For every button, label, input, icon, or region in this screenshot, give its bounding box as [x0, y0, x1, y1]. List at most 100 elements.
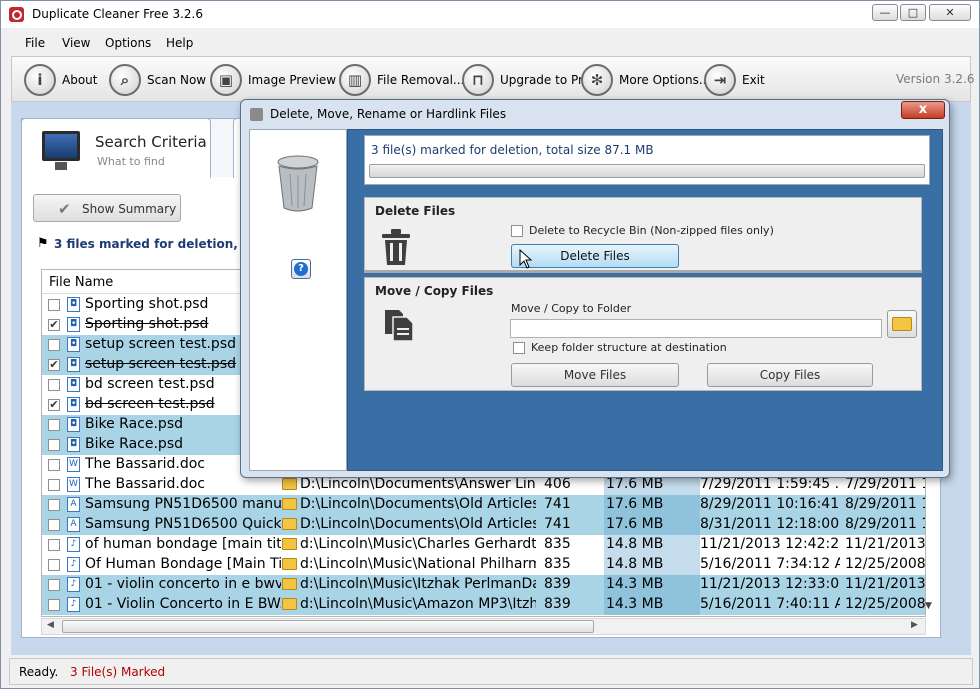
row-checkbox[interactable]: [48, 579, 60, 591]
image-file-icon: ◘: [67, 377, 80, 392]
file-name-cell: The Bassarid.doc: [85, 476, 205, 492]
move-copy-section: Move / Copy Files Move / Copy to Folder …: [364, 277, 922, 391]
created-date-cell: 11/21/2013 12:33:0...: [700, 576, 840, 592]
pdf-file-icon: A: [67, 497, 80, 512]
folder-icon: [892, 317, 912, 331]
row-checkbox[interactable]: ✔: [48, 319, 60, 331]
size-cell: 14.3 MB: [604, 575, 700, 595]
mouse-cursor-icon: [519, 249, 533, 269]
row-checkbox[interactable]: [48, 499, 60, 511]
row-checkbox[interactable]: [48, 559, 60, 571]
menu-view[interactable]: View: [62, 36, 90, 50]
scroll-right-arrow-icon[interactable]: ▶: [911, 620, 918, 630]
row-checkbox[interactable]: [48, 419, 60, 431]
keep-structure-label: Keep folder structure at destination: [531, 341, 727, 354]
window-title: Duplicate Cleaner Free 3.2.6: [32, 7, 203, 21]
image-file-icon: ◘: [67, 357, 80, 372]
close-window-button[interactable]: ✕: [929, 4, 971, 21]
tab-search-criteria[interactable]: Search Criteria What to find: [21, 118, 211, 178]
table-row[interactable]: ♪ Of Human Bondage [Main Tit... d:\Lincoln…: [42, 555, 925, 575]
path-cell: d:\Lincoln\Music\Amazon MP3\Itzha...: [300, 596, 536, 612]
move-files-button[interactable]: Move Files: [511, 363, 679, 387]
path-cell: D:\Lincoln\Documents\Old Articles\...: [300, 516, 536, 532]
created-date-cell: 5/16/2011 7:34:12 AM: [700, 556, 840, 572]
column-header-file-name[interactable]: File Name: [49, 275, 113, 290]
copy-files-button[interactable]: Copy Files: [707, 363, 873, 387]
row-checkbox[interactable]: [48, 379, 60, 391]
row-checkbox[interactable]: [48, 539, 60, 551]
exit-icon: ⇥: [704, 64, 736, 96]
image-file-icon: ◘: [67, 417, 80, 432]
table-row[interactable]: W The Bassarid.doc D:\Lincoln\Documents\An…: [42, 475, 925, 495]
file-name-cell: Samsung PN51D6500 Quick...: [85, 516, 281, 532]
row-checkbox[interactable]: ✔: [48, 359, 60, 371]
show-summary-button[interactable]: ✔ Show Summary: [33, 194, 181, 222]
table-row[interactable]: A Samsung PN51D6500 manu... D:\Lincoln\Doc…: [42, 495, 925, 515]
group-cell: 835: [544, 536, 571, 552]
created-date-cell: 7/29/2011 1:59:45 ...: [700, 476, 840, 492]
word-file-icon: W: [67, 457, 80, 472]
row-checkbox[interactable]: [48, 519, 60, 531]
file-removal-button[interactable]: ▥ File Removal...: [339, 64, 464, 96]
row-checkbox[interactable]: [48, 459, 60, 471]
modified-date-cell: 11/21/2013 1: [845, 576, 926, 592]
audio-file-icon: ♪: [67, 557, 80, 572]
image-file-icon: ◘: [67, 317, 80, 332]
folder-icon: [282, 498, 297, 510]
path-cell: d:\Lincoln\Music\Charles GerhardtN...: [300, 536, 536, 552]
menu-help[interactable]: Help: [166, 36, 193, 50]
scroll-down-arrow-icon[interactable]: ▼: [925, 601, 932, 611]
dialog-close-button[interactable]: x: [901, 101, 945, 119]
dialog-trash-icon: [250, 108, 263, 121]
group-cell: 741: [544, 496, 571, 512]
maximize-button[interactable]: □: [900, 4, 926, 21]
exit-button[interactable]: ⇥ Exit: [704, 64, 765, 96]
keep-structure-checkbox[interactable]: [513, 342, 525, 354]
row-checkbox[interactable]: [48, 599, 60, 611]
more-options-button[interactable]: ✻ More Options...: [581, 64, 710, 96]
size-cell: 17.6 MB: [604, 495, 700, 515]
image-preview-button[interactable]: ▣ Image Preview: [210, 64, 336, 96]
file-name-cell: Of Human Bondage [Main Tit...: [85, 556, 281, 572]
about-button[interactable]: i About: [24, 64, 97, 96]
size-cell: 14.3 MB: [604, 595, 700, 615]
created-date-cell: 8/29/2011 10:16:41...: [700, 496, 840, 512]
checkmark-icon: ✔: [58, 200, 71, 218]
recycle-bin-checkbox[interactable]: [511, 225, 523, 237]
toolbar: i About ⌕ Scan Now ▣ Image Preview ▥ File Re…: [11, 56, 971, 102]
table-row[interactable]: ♪ 01 - Violin Concerto in E BW... d:\Linco…: [42, 595, 925, 615]
row-checkbox[interactable]: [48, 299, 60, 311]
help-icon[interactable]: ?: [291, 259, 311, 279]
row-checkbox[interactable]: [48, 439, 60, 451]
row-checkbox[interactable]: ✔: [48, 399, 60, 411]
menu-options[interactable]: Options: [105, 36, 151, 50]
minimize-button[interactable]: —: [872, 4, 898, 21]
menu-file[interactable]: File: [25, 36, 45, 50]
delete-files-section: Delete Files Delete to Recycle Bin (Non-…: [364, 197, 922, 273]
file-name-cell: 01 - violin concerto in e bwv1...: [85, 576, 281, 592]
destination-folder-input[interactable]: [510, 319, 882, 338]
title-bar: Duplicate Cleaner Free 3.2.6 — □ ✕: [1, 1, 979, 28]
row-checkbox[interactable]: [48, 479, 60, 491]
scrollbar-thumb[interactable]: [62, 620, 594, 633]
browse-folder-button[interactable]: [887, 310, 917, 338]
path-cell: D:\Lincoln\Documents\Answer Line\...: [300, 476, 536, 492]
table-row[interactable]: A Samsung PN51D6500 Quick... D:\Lincoln\Do…: [42, 515, 925, 535]
delete-files-button[interactable]: Delete Files: [511, 244, 679, 268]
dialog-main-area: 3 file(s) marked for deletion, total siz…: [347, 129, 943, 471]
word-file-icon: W: [67, 477, 80, 492]
move-section-title: Move / Copy Files: [375, 284, 494, 298]
table-row[interactable]: ♪ 01 - violin concerto in e bwv1... d:\Lin…: [42, 575, 926, 595]
scan-now-button[interactable]: ⌕ Scan Now: [109, 64, 206, 96]
app-logo-icon: [9, 7, 24, 22]
file-name-cell: of human bondage [main title...: [85, 536, 281, 552]
table-row[interactable]: ♪ of human bondage [main title... d:\Linco…: [42, 535, 925, 555]
scroll-left-arrow-icon[interactable]: ◀: [47, 620, 54, 630]
horizontal-scrollbar[interactable]: ◀ ▶: [41, 618, 926, 635]
upgrade-to-pro-button[interactable]: ⊓ Upgrade to Pro: [462, 64, 590, 96]
monitor-icon: [42, 131, 80, 170]
row-checkbox[interactable]: [48, 339, 60, 351]
deletion-info-text: 3 file(s) marked for deletion, total siz…: [371, 143, 654, 157]
modified-date-cell: 8/29/2011 10: [845, 496, 925, 512]
gear-icon: ✻: [581, 64, 613, 96]
